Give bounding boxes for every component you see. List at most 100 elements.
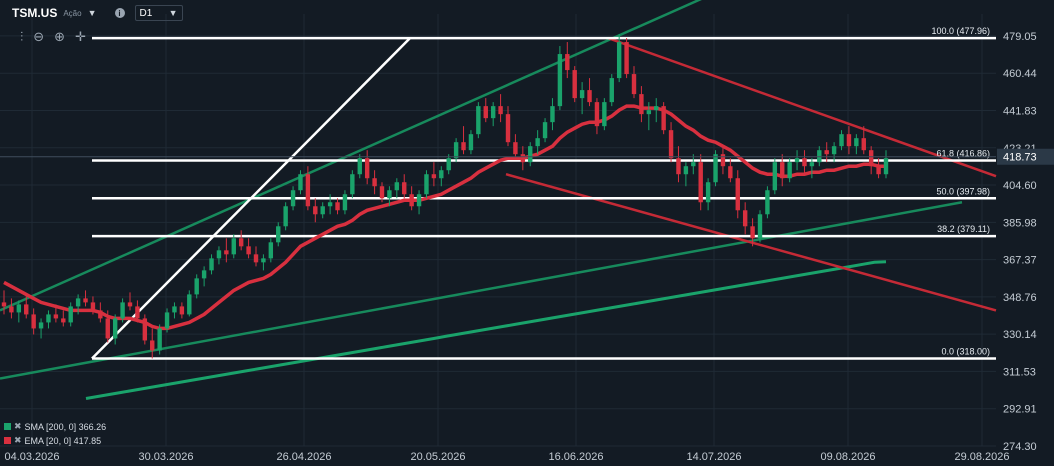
sma-200-path (85, 260, 887, 400)
fib-level-label: 100.0 (477.96) (931, 26, 990, 36)
candle-body (535, 138, 540, 147)
candle (602, 98, 607, 131)
candle-body (194, 278, 199, 295)
sma-color-swatch (4, 423, 11, 430)
close-icon[interactable]: ✖ (14, 421, 22, 432)
candle (157, 324, 162, 355)
candle (364, 150, 370, 185)
x-tick-label: 20.05.2026 (410, 451, 465, 463)
candle-body (876, 166, 881, 175)
y-tick-label: 404.60 (1003, 180, 1037, 192)
candle-body (268, 242, 274, 259)
candle-body (327, 202, 333, 207)
candle-body (1, 302, 7, 307)
candle (468, 130, 474, 155)
candle-body (16, 304, 22, 313)
candle (802, 150, 807, 175)
candle (46, 310, 51, 329)
candle-body (305, 174, 311, 207)
candle-body (557, 54, 563, 107)
ema-20-path (3, 104, 886, 331)
candle (594, 98, 600, 135)
chevron-down-icon[interactable]: ▼ (88, 8, 97, 18)
candle-body (90, 302, 96, 311)
candle (780, 154, 785, 187)
candle (187, 290, 192, 317)
candle (342, 190, 348, 215)
candle (528, 142, 533, 167)
candle-body (439, 170, 444, 179)
y-tick-label: 385.98 (1003, 217, 1037, 229)
price-chart[interactable]: 100.0 (477.96)61.8 (416.86)50.0 (397.98)… (0, 0, 1054, 466)
candle (238, 230, 244, 251)
info-icon[interactable]: i (114, 8, 125, 18)
candle (550, 98, 555, 131)
candle-body (542, 122, 548, 139)
close-icon[interactable]: ✖ (14, 435, 22, 446)
candle-body (335, 202, 340, 211)
candle (668, 122, 674, 163)
legend-ema[interactable]: ✖ EMA [20, 0] 417.85 (4, 435, 101, 446)
candle-body (565, 54, 570, 71)
y-tick-label: 330.14 (1003, 329, 1037, 341)
candle-body (446, 158, 451, 171)
candle (394, 178, 400, 199)
ema-color-swatch (4, 437, 11, 444)
ema-legend-label: EMA [20, 0] 417.85 (24, 435, 102, 446)
crosshair-icon[interactable]: ✛ (75, 29, 86, 45)
x-tick-label: 26.04.2026 (276, 451, 331, 463)
candles (1, 34, 889, 359)
chart-stage: { "header": { "symbol": "TSM.US", "asset… (0, 0, 1054, 466)
zoom-in-icon[interactable]: ⊕ (54, 29, 65, 45)
candle (505, 106, 511, 147)
candle-body (283, 206, 288, 227)
y-axis: 479.05460.44441.83423.21404.60385.98367.… (1003, 31, 1037, 453)
candle (824, 142, 829, 163)
candle-body (505, 114, 511, 143)
candle (209, 254, 214, 275)
candle (290, 186, 296, 211)
candle-body (246, 246, 251, 255)
candles-icon[interactable]: ⫶ (20, 29, 23, 45)
candle (765, 186, 770, 219)
candle-body (238, 238, 244, 247)
candle-body (868, 150, 874, 167)
sma-legend-label: SMA [200, 0] 366.26 (24, 421, 107, 432)
candle (713, 150, 718, 187)
candle-body (616, 42, 622, 79)
candle-body (142, 318, 148, 341)
candle (698, 154, 703, 211)
candle (83, 290, 88, 307)
candle (639, 86, 644, 123)
candle-body (402, 182, 407, 195)
candle-body (135, 306, 140, 319)
candle (276, 222, 281, 247)
candle-body (750, 226, 755, 239)
candle (194, 274, 199, 299)
symbol-label[interactable]: TSM.US (12, 6, 57, 20)
timeframe-select[interactable]: D1 ▼ (134, 5, 183, 21)
candle-body (379, 186, 385, 199)
candle (201, 266, 207, 287)
candle-body (157, 328, 162, 351)
candle (676, 146, 681, 183)
candle (431, 162, 437, 187)
fib-level-label: 50.0 (397.98) (936, 186, 990, 196)
x-tick-label: 14.07.2026 (686, 451, 741, 463)
timeframe-label: D1 (139, 7, 153, 19)
candle (513, 134, 518, 159)
candle-body (209, 258, 214, 271)
candle-body (120, 302, 125, 319)
zoom-out-icon[interactable]: ⊖ (33, 29, 44, 45)
candle (579, 82, 585, 115)
candle-body (579, 90, 585, 99)
y-tick-label: 367.37 (1003, 255, 1037, 267)
candle-body (468, 134, 474, 151)
candle-body (253, 254, 259, 263)
candle-body (854, 138, 859, 147)
candle (817, 146, 822, 167)
x-axis: 04.03.2026 30.03.2026 26.04.2026 20.05.2026… (4, 451, 1009, 463)
candle (490, 102, 496, 127)
candle-body (498, 106, 503, 115)
legend-sma[interactable]: ✖ SMA [200, 0] 366.26 (4, 421, 106, 432)
